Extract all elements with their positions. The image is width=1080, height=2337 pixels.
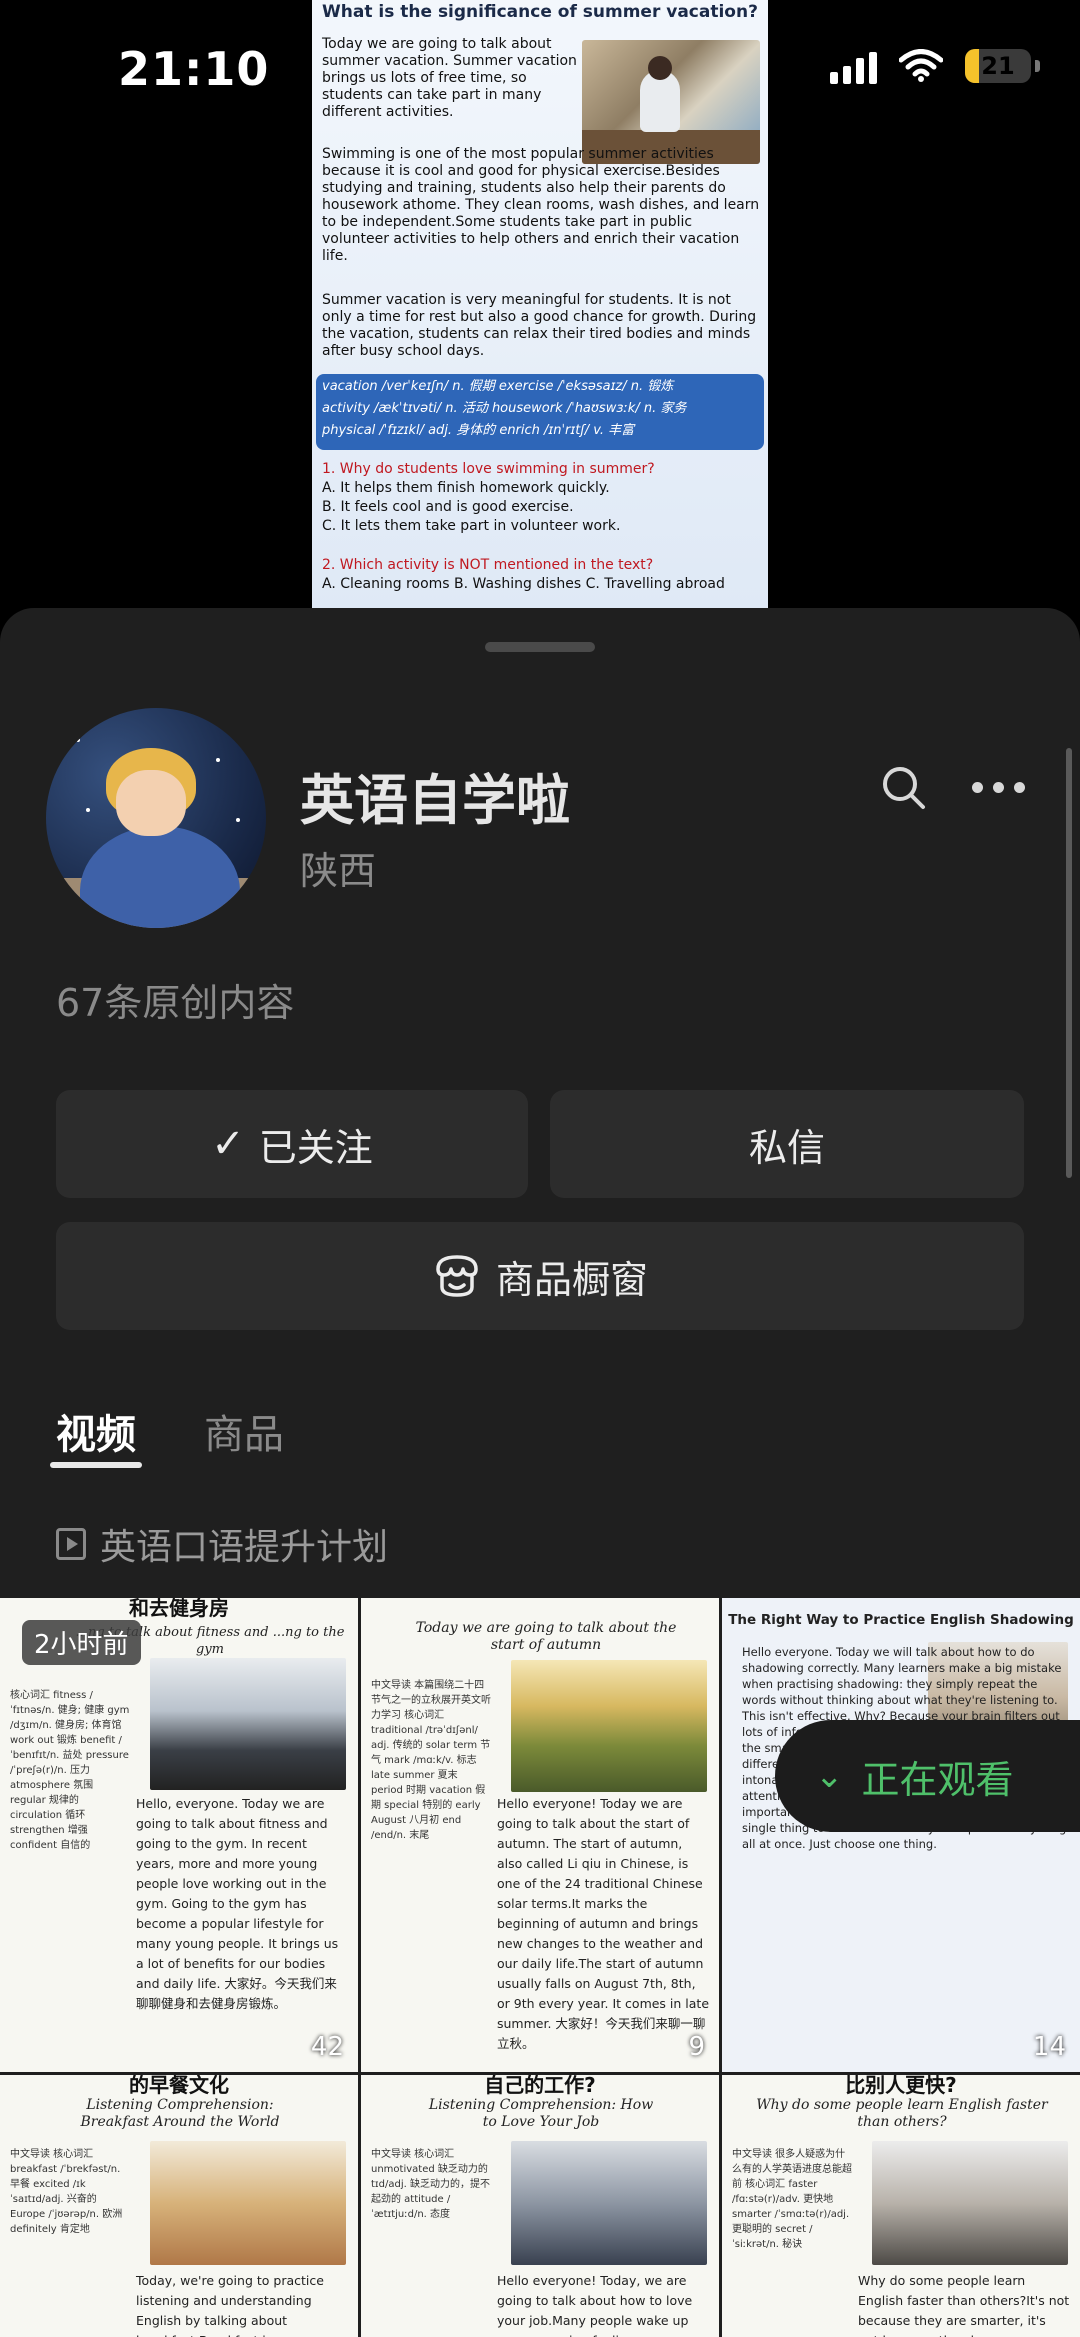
video-card-vocab: 核心词汇 fitness /ˈfɪtnəs/n. 健身; 健康 gym /dʒɪ… [10, 1690, 130, 1851]
vocab-line: physical /ˈfɪzɪkl/ adj. 身体的 enrich /ɪnˈr… [322, 423, 635, 438]
tab-goods[interactable]: 商品 [204, 1402, 284, 1460]
video-card-title: The Right Way to Practice English Shadow… [728, 1612, 1074, 1628]
account-region: 陕西 [300, 849, 377, 893]
question-1-option-c: C. It lets them take part in volunteer w… [322, 518, 621, 534]
vocab-line: vacation /verˈkeɪʃn/ n. 假期 exercise /ˈek… [322, 379, 674, 394]
video-card-subtitle: Today we are going to talk about the sta… [415, 1620, 677, 1653]
followed-button[interactable]: ✓ 已关注 [56, 1090, 528, 1198]
breakfast-photo [150, 2141, 346, 2265]
tab-videos[interactable]: 视频 [56, 1402, 136, 1460]
drag-handle[interactable] [485, 642, 595, 652]
video-card-body: Why do some people learn English faster … [858, 2273, 1070, 2337]
play-count: 9 [688, 2032, 705, 2062]
tab-active-indicator [50, 1462, 142, 1468]
article-paragraph-2: Summer vacation is very meaningful for s… [322, 292, 757, 359]
shop-window-label: 商品橱窗 [495, 1257, 648, 1302]
search-icon[interactable] [880, 764, 926, 810]
question-1-text: 1. Why do students love swimming in summ… [322, 461, 655, 477]
article-preview[interactable]: What is the significance of summer vacat… [312, 0, 768, 610]
now-watching-button[interactable]: ⌄ 正在观看 [775, 1720, 1080, 1832]
video-card-vocab: 中文导读 核心词汇 breakfast /ˈbrekfəst/n. 早餐 exc… [10, 2149, 123, 2235]
video-card-vocab: 中文导读 核心词汇 unmotivated 缺乏动力的 tɪd/adj. 缺乏动… [371, 2149, 490, 2220]
video-card-title: 自己的工作? [484, 2075, 596, 2097]
cellular-signal-icon [830, 48, 877, 84]
video-card-body: Hello, everyone. Today we are going to t… [136, 1796, 339, 2011]
video-card-vocab: 中文导读 本篇围绕二十四节气之一的立秋展开英文听力学习 核心词汇 traditi… [371, 1680, 491, 1841]
question-1-option-a: A. It helps them finish homework quickly… [322, 480, 610, 496]
video-card[interactable]: 和去健身房 ...ng to talk about fitness and ..… [0, 1598, 358, 2072]
vocabulary-box: vacation /verˈkeɪʃn/ n. 假期 exercise /ˈek… [316, 374, 764, 450]
more-options-icon[interactable] [972, 774, 1028, 800]
autumn-photo [511, 1660, 707, 1792]
article-title: What is the significance of summer vacat… [322, 2, 758, 22]
wifi-icon [899, 49, 943, 82]
playlist-icon [56, 1528, 86, 1560]
question-1: 1. Why do students love swimming in summ… [322, 460, 762, 536]
video-card-title: 和去健身房 [129, 1598, 229, 1620]
video-card-body: Hello everyone! Today we are going to ta… [497, 1796, 710, 2051]
vocab-line: activity /ækˈtɪvəti/ n. 活动 housework /ˈh… [322, 401, 687, 416]
battery-tip [1035, 60, 1040, 72]
video-card[interactable]: Today we are going to talk about the sta… [361, 1598, 719, 2072]
status-time: 21:10 [118, 42, 270, 96]
now-watching-label: 正在观看 [861, 1757, 1014, 1802]
play-count: 14 [1032, 2032, 1066, 2062]
video-card-title: 比别人更快? [845, 2075, 957, 2097]
video-card[interactable]: 比别人更快? Why do some people learn English … [722, 2075, 1080, 2337]
video-card-subtitle: Listening Comprehension: Breakfast Aroun… [80, 2097, 280, 2130]
article-paragraph-1: Swimming is one of the most popular summ… [322, 146, 760, 264]
scrollbar[interactable] [1066, 748, 1072, 1178]
question-2-text: 2. Which activity is NOT mentioned in th… [322, 557, 654, 573]
video-card-vocab: 中文导读 很多人疑惑为什么有的人学英语进度总能超前 核心词汇 faster /f… [732, 2149, 852, 2250]
status-icons: 21 [830, 48, 1040, 84]
video-grid: 和去健身房 ...ng to talk about fitness and ..… [0, 1598, 1080, 2337]
shop-window-button[interactable]: 商品橱窗 [56, 1222, 1024, 1330]
avatar[interactable] [46, 708, 266, 928]
video-card-subtitle: Why do some people learn English faster … [756, 2097, 1048, 2130]
video-card[interactable]: The Right Way to Practice English Shadow… [722, 1598, 1080, 2072]
question-2-options: A. Cleaning rooms B. Washing dishes C. T… [322, 576, 725, 592]
original-content-count: 67条原创内容 [56, 981, 295, 1025]
gym-photo [150, 1658, 346, 1790]
followed-label: 已关注 [258, 1125, 373, 1170]
article-intro: Today we are going to talk about summer … [322, 36, 577, 120]
account-name: 英语自学啦 [300, 769, 570, 832]
video-card-subtitle: Listening Comprehension: How to Love You… [428, 2097, 654, 2130]
office-photo [511, 2141, 707, 2265]
play-count: 42 [310, 2032, 344, 2062]
playlist-link[interactable]: 英语口语提升计划 [56, 1518, 388, 1570]
playlist-title: 英语口语提升计划 [100, 1527, 389, 1568]
video-card[interactable]: 的早餐文化 Listening Comprehension: Breakfast… [0, 2075, 358, 2337]
study-photo [872, 2141, 1068, 2265]
video-card[interactable]: 自己的工作? Listening Comprehension: How to L… [361, 2075, 719, 2337]
message-label: 私信 [748, 1125, 825, 1170]
battery-level: 21 [981, 52, 1015, 80]
video-card-title: 的早餐文化 [129, 2075, 229, 2097]
shop-icon [436, 1255, 478, 1297]
question-2: 2. Which activity is NOT mentioned in th… [322, 556, 762, 594]
message-button[interactable]: 私信 [550, 1090, 1024, 1198]
chevron-down-double-icon: ⌄ [815, 1756, 844, 1796]
video-card-body: Hello everyone! Today, we are going to t… [497, 2273, 693, 2337]
question-1-option-b: B. It feels cool and is good exercise. [322, 499, 574, 515]
checkmark-icon: ✓ [211, 1121, 245, 1167]
battery-icon: 21 [965, 49, 1031, 83]
time-badge: 2小时前 [22, 1620, 141, 1665]
video-card-body: Today, we're going to practice listening… [136, 2273, 324, 2337]
